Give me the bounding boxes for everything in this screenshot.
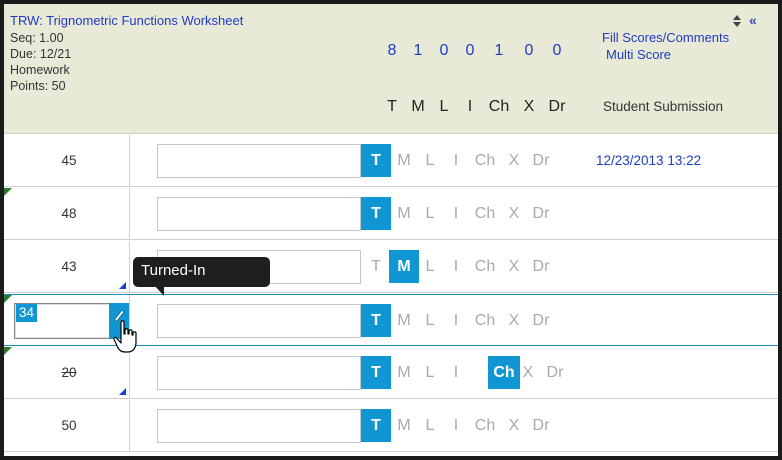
assignment-title[interactable]: TRW: Trignometric Functions Worksheet [10, 13, 243, 28]
code-i[interactable]: I [441, 304, 471, 337]
score-cell[interactable]: 45 [49, 153, 89, 168]
score-edit-value[interactable]: 34 [16, 304, 38, 322]
column-divider [129, 188, 130, 239]
seq-label: Seq: 1.00 [10, 31, 64, 45]
column-divider [129, 241, 130, 292]
code-i[interactable]: I [441, 144, 471, 177]
code-x[interactable]: X [499, 197, 529, 230]
code-dr[interactable]: Dr [526, 197, 556, 230]
code-dr[interactable]: Dr [526, 304, 556, 337]
code-ch[interactable]: Ch [470, 197, 500, 230]
fill-scores-link[interactable]: Fill Scores/Comments [602, 30, 729, 45]
column-divider [129, 135, 130, 186]
code-i[interactable]: I [441, 197, 471, 230]
score-cell[interactable]: 50 [49, 418, 89, 433]
count-cheated: 1 [494, 42, 504, 59]
table-row: 45 T M L I Ch X Dr 12/23/2013 13:22 [4, 135, 778, 187]
student-submission-header: Student Submission [603, 99, 724, 114]
code-dr[interactable]: Dr [526, 409, 556, 442]
tooltip: Turned-In [133, 257, 270, 287]
column-divider [129, 400, 130, 451]
hand-cursor-icon [113, 320, 137, 353]
code-ch[interactable]: Ch [470, 409, 500, 442]
multi-score-link[interactable]: Multi Score [606, 47, 671, 62]
gradebook-panel: TRW: Trignometric Functions Worksheet Se… [0, 0, 782, 460]
code-t[interactable]: T [361, 409, 391, 442]
status-flag-icon [119, 282, 126, 289]
code-t[interactable]: T [361, 250, 391, 283]
status-flag-icon [119, 388, 126, 395]
code-ch[interactable]: Ch [470, 304, 500, 337]
code-i[interactable]: I [441, 356, 471, 389]
comment-input[interactable] [157, 409, 361, 443]
table-row: 20 T M L I Ch X Dr [4, 347, 778, 399]
code-dr[interactable]: Dr [526, 250, 556, 283]
code-t[interactable]: T [361, 304, 391, 337]
score-cell[interactable]: 43 [49, 259, 89, 274]
code-header-ch: Ch [488, 98, 510, 115]
submission-timestamp[interactable]: 12/23/2013 13:22 [596, 153, 701, 168]
comment-input[interactable] [157, 304, 361, 338]
code-t[interactable]: T [361, 356, 391, 389]
comment-flag-icon [4, 295, 12, 303]
category-label: Homework [10, 63, 70, 77]
comment-input[interactable] [157, 356, 361, 390]
code-header-i: I [467, 98, 473, 115]
code-x[interactable]: X [513, 356, 543, 389]
table-row: 50 T M L I Ch X Dr [4, 400, 778, 452]
code-t[interactable]: T [361, 144, 391, 177]
code-ch[interactable]: Ch [470, 250, 500, 283]
code-x[interactable]: X [499, 409, 529, 442]
code-header-dr: Dr [548, 98, 566, 115]
code-t[interactable]: T [361, 197, 391, 230]
score-cell[interactable]: 20 [49, 365, 89, 380]
code-x[interactable]: X [499, 144, 529, 177]
code-dr[interactable]: Dr [540, 356, 570, 389]
tooltip-tail [154, 285, 164, 296]
assignment-header: TRW: Trignometric Functions Worksheet Se… [4, 4, 778, 134]
code-header-x: X [523, 98, 535, 115]
column-divider [129, 347, 130, 398]
table-row: 43 T M L I Ch X Dr [4, 241, 778, 293]
comment-input[interactable] [157, 144, 361, 178]
code-x[interactable]: X [499, 304, 529, 337]
points-label: Points: 50 [10, 79, 66, 93]
due-label: Due: 12/21 [10, 47, 72, 61]
count-incomplete: 0 [465, 42, 475, 59]
comment-flag-icon [4, 188, 12, 196]
table-row: 48 T M L I Ch X Dr [4, 188, 778, 240]
collapse-icon[interactable]: « [749, 12, 757, 28]
code-x[interactable]: X [499, 250, 529, 283]
sort-icon[interactable] [732, 14, 742, 28]
code-i[interactable]: I [441, 250, 471, 283]
comment-flag-icon [4, 347, 12, 355]
score-cell[interactable]: 48 [49, 206, 89, 221]
count-dropped: 0 [552, 42, 562, 59]
count-exempt: 0 [524, 42, 534, 59]
code-ch[interactable]: Ch [470, 144, 500, 177]
comment-input[interactable] [157, 197, 361, 231]
code-dr[interactable]: Dr [526, 144, 556, 177]
code-i[interactable]: I [441, 409, 471, 442]
